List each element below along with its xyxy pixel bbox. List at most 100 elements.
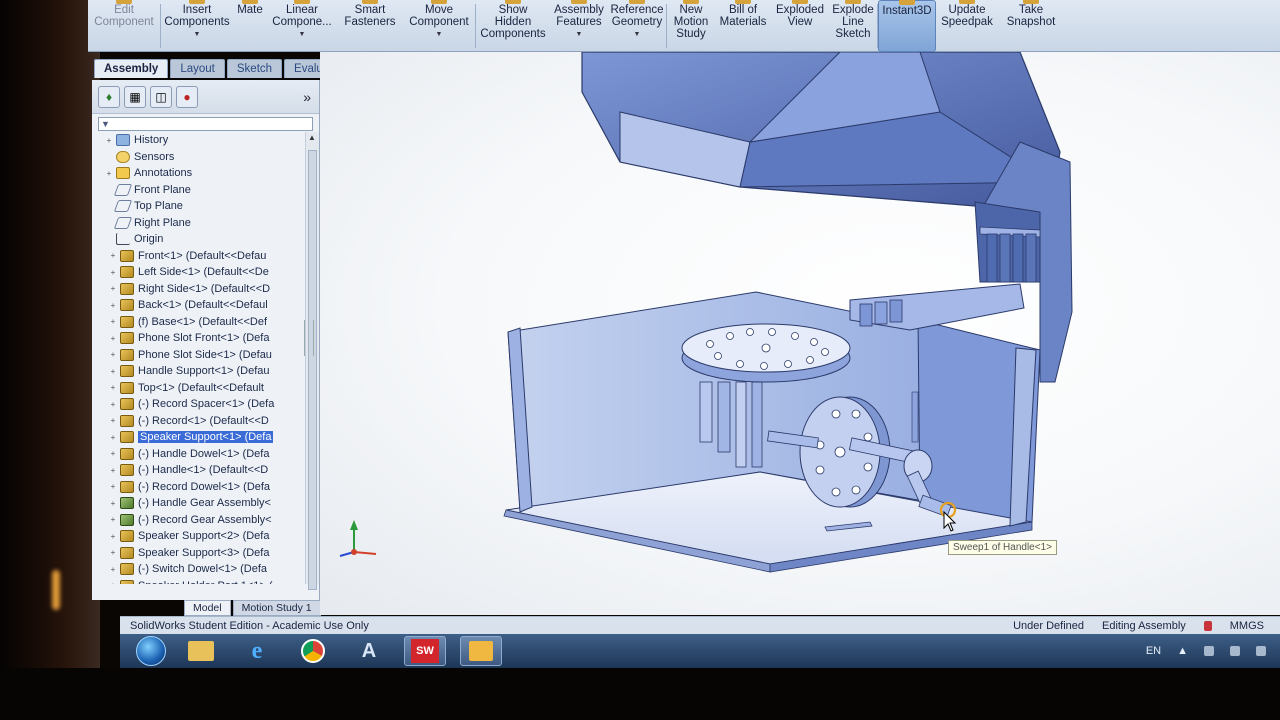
ribbon-button-move[interactable]: Move Component ▼ xyxy=(403,0,475,52)
file-explorer-icon[interactable] xyxy=(180,636,222,666)
tree-node[interactable]: + Left Side<1> (Default<<De xyxy=(92,264,298,281)
tree-node[interactable]: + Top<1> (Default<<Default xyxy=(92,380,298,397)
tree-node[interactable]: + Speaker Support<2> (Defa xyxy=(92,528,298,545)
volume-icon[interactable] xyxy=(1256,646,1266,656)
tree-node[interactable]: + Handle Support<1> (Defau xyxy=(92,363,298,380)
expand-panel-icon[interactable]: » xyxy=(303,89,311,105)
network-icon[interactable] xyxy=(1230,646,1240,656)
dropdown-arrow-icon[interactable]: ▼ xyxy=(299,29,306,41)
ribbon-button-reference[interactable]: Reference Geometry ▼ xyxy=(608,0,666,52)
feature-manager-tree-icon[interactable]: ♦ xyxy=(98,85,120,108)
graphics-viewport[interactable] xyxy=(320,52,1280,615)
expand-icon[interactable]: + xyxy=(108,251,118,260)
units-selector[interactable]: MMGS xyxy=(1230,620,1264,632)
action-center-icon[interactable] xyxy=(1204,646,1214,656)
expand-icon[interactable]: + xyxy=(108,367,118,376)
internet-explorer-icon[interactable]: e xyxy=(236,636,278,666)
expand-icon[interactable]: + xyxy=(108,515,118,524)
tree-node[interactable]: + Phone Slot Front<1> (Defa xyxy=(92,330,298,347)
tree-node[interactable]: + Speaker Support<3> (Defa xyxy=(92,545,298,562)
ribbon-button-explode[interactable]: Explode Line Sketch xyxy=(829,0,877,52)
tree-node[interactable]: + Right Side<1> (Default<<D xyxy=(92,281,298,298)
expand-icon[interactable]: + xyxy=(108,449,118,458)
tree-node[interactable]: Top Plane xyxy=(92,198,298,215)
scrollbar-thumb[interactable] xyxy=(308,150,317,590)
tree-node[interactable]: + (-) Handle<1> (Default<<D xyxy=(92,462,298,479)
tree-node[interactable]: + History xyxy=(92,132,298,149)
dropdown-arrow-icon[interactable]: ▼ xyxy=(634,29,641,41)
dropdown-arrow-icon[interactable]: ▼ xyxy=(576,29,583,41)
expand-icon[interactable]: + xyxy=(104,136,114,145)
file-manager-icon[interactable] xyxy=(460,636,502,666)
speaker-horn[interactable] xyxy=(581,52,1061,213)
rebuild-indicator-icon[interactable] xyxy=(1203,620,1212,631)
windows-start-icon[interactable] xyxy=(136,636,166,666)
panel-splitter-handle[interactable] xyxy=(304,320,314,356)
solidworks-icon[interactable]: SW xyxy=(404,636,446,666)
language-indicator[interactable]: EN xyxy=(1146,645,1161,657)
expand-icon[interactable]: + xyxy=(108,499,118,508)
expand-icon[interactable]: + xyxy=(108,301,118,310)
filter-field[interactable]: ▼ xyxy=(98,117,313,131)
ribbon-button-show[interactable]: Show Hidden Components xyxy=(476,0,550,52)
tree-node[interactable]: + (-) Switch Dowel<1> (Defa xyxy=(92,561,298,578)
expand-icon[interactable]: + xyxy=(108,317,118,326)
ribbon-button-linear[interactable]: Linear Compone... ▼ xyxy=(267,0,337,52)
tree-node[interactable]: + (-) Record<1> (Default<<D xyxy=(92,413,298,430)
tab-motion-study-1[interactable]: Motion Study 1 xyxy=(232,600,321,616)
expand-icon[interactable]: + xyxy=(108,400,118,409)
expand-icon[interactable]: + xyxy=(108,383,118,392)
ribbon-button-edit[interactable]: Edit Component xyxy=(88,0,160,52)
expand-icon[interactable]: + xyxy=(108,581,118,584)
dropdown-arrow-icon[interactable]: ▼ xyxy=(194,29,201,41)
expand-icon[interactable]: + xyxy=(108,416,118,425)
tree-node[interactable]: + Front<1> (Default<<Defau xyxy=(92,248,298,265)
tree-node[interactable]: + Back<1> (Default<<Defaul xyxy=(92,297,298,314)
expand-icon[interactable]: + xyxy=(108,284,118,293)
autodesk-icon[interactable]: A xyxy=(348,636,390,666)
ribbon-button-smart[interactable]: Smart Fasteners xyxy=(337,0,403,52)
tab-sketch[interactable]: Sketch xyxy=(226,59,283,78)
tree-node[interactable]: + (-) Record Dowel<1> (Defa xyxy=(92,479,298,496)
tree-node[interactable]: + (-) Record Gear Assembly< xyxy=(92,512,298,529)
chrome-icon[interactable] xyxy=(292,636,334,666)
expand-icon[interactable]: + xyxy=(108,268,118,277)
tree-node[interactable]: + Speaker Holder Part 1<1> ( xyxy=(92,578,298,584)
tree-node[interactable]: Origin xyxy=(92,231,298,248)
property-manager-icon[interactable]: ▦ xyxy=(124,85,146,108)
tree-node[interactable]: Front Plane xyxy=(92,182,298,199)
expand-icon[interactable]: + xyxy=(108,482,118,491)
tree-node[interactable]: + Annotations xyxy=(92,165,298,182)
tree-node[interactable]: + (-) Handle Dowel<1> (Defa xyxy=(92,446,298,463)
dropdown-arrow-icon[interactable]: ▼ xyxy=(436,29,443,41)
expand-icon[interactable]: + xyxy=(108,350,118,359)
ribbon-button-new[interactable]: New Motion Study xyxy=(667,0,715,52)
handle-support[interactable] xyxy=(849,283,1025,331)
ribbon-button-bill-of[interactable]: Bill of Materials xyxy=(715,0,771,52)
tab-model[interactable]: Model xyxy=(184,600,231,616)
expand-icon[interactable]: + xyxy=(108,466,118,475)
scroll-up-icon[interactable]: ▲ xyxy=(308,133,316,142)
ribbon-button-assembly[interactable]: Assembly Features ▼ xyxy=(550,0,608,52)
tree-node[interactable]: + (-) Record Spacer<1> (Defa xyxy=(92,396,298,413)
expand-icon[interactable]: + xyxy=(108,334,118,343)
ribbon-button-insert[interactable]: Insert Components ▼ xyxy=(161,0,233,52)
expand-icon[interactable]: + xyxy=(108,565,118,574)
tree-node[interactable]: + (f) Base<1> (Default<<Def xyxy=(92,314,298,331)
tab-assembly[interactable]: Assembly xyxy=(94,59,169,78)
tab-layout[interactable]: Layout xyxy=(170,59,225,78)
configuration-manager-icon[interactable]: ◫ xyxy=(150,85,172,108)
tree-node[interactable]: + Phone Slot Side<1> (Defau xyxy=(92,347,298,364)
display-manager-icon[interactable]: ● xyxy=(176,85,198,108)
expand-icon[interactable]: + xyxy=(108,433,118,442)
ribbon-button-take[interactable]: Take Snapshot xyxy=(998,0,1064,52)
tree-node[interactable]: Right Plane xyxy=(92,215,298,232)
ribbon-button-mate[interactable]: Mate xyxy=(233,0,267,52)
ribbon-button-instant3d[interactable]: Instant3D xyxy=(878,0,936,52)
tree-node[interactable]: Sensors xyxy=(92,149,298,166)
tray-expand-icon[interactable]: ▲ xyxy=(1177,645,1188,657)
expand-icon[interactable]: + xyxy=(104,169,114,178)
expand-icon[interactable]: + xyxy=(108,548,118,557)
ribbon-button-exploded[interactable]: Exploded View xyxy=(771,0,829,52)
tree-scrollbar[interactable]: ▲ xyxy=(305,132,319,590)
